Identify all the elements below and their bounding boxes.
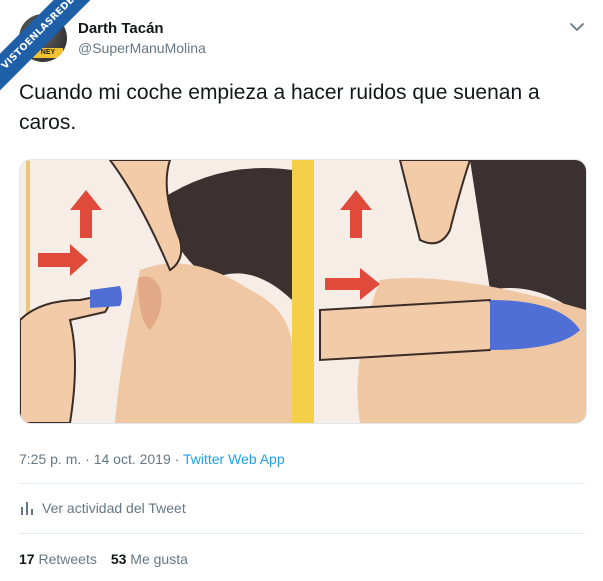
divider — [19, 533, 585, 534]
likes-count: 53 — [110, 551, 127, 567]
bar-chart-icon — [21, 502, 33, 515]
view-activity-label: Ver actividad del Tweet — [42, 500, 186, 516]
tweet-image[interactable] — [19, 159, 587, 424]
view-activity-link[interactable]: Ver actividad del Tweet — [20, 500, 186, 516]
retweets-count: 17 — [19, 551, 35, 567]
tweet-stats: 17 Retweets 53 Me gusta — [19, 551, 188, 567]
earplug-comic-illustration — [20, 160, 586, 423]
likes-label: Me gusta — [130, 551, 188, 567]
user-handle[interactable]: @SuperManuMolina — [78, 40, 206, 56]
user-name[interactable]: Darth Tacán — [78, 20, 164, 37]
chevron-down-icon[interactable] — [568, 18, 586, 36]
tweet-text: Cuando mi coche empieza a hacer ruidos q… — [19, 81, 540, 134]
retweets-label: Retweets — [38, 551, 97, 567]
tweet-meta: 7:25 p. m. · 14 oct. 2019 · Twitter Web … — [19, 451, 285, 467]
likes-stat[interactable]: 53 Me gusta — [111, 551, 188, 567]
divider — [19, 483, 585, 484]
tweet-timestamp[interactable]: 7:25 p. m. · 14 oct. 2019 · — [19, 451, 183, 467]
retweets-stat[interactable]: 17 Retweets — [19, 551, 97, 567]
source-app-link[interactable]: Twitter Web App — [183, 451, 285, 467]
